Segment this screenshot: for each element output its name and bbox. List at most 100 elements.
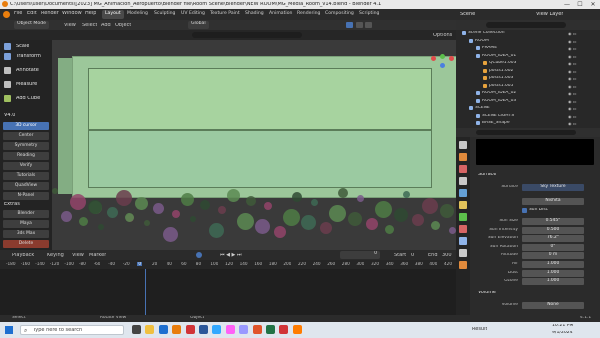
properties-tab-icon[interactable] [459, 201, 467, 209]
gizmo-x-icon[interactable] [431, 56, 436, 61]
visibility-toggle-icon[interactable]: ◉ ▭ [568, 99, 577, 104]
taskbar-app-icon[interactable] [158, 325, 168, 334]
gizmo-z-icon[interactable] [440, 63, 445, 68]
tab-uv-editing[interactable]: UV Editing [178, 10, 208, 19]
tab-compositing[interactable]: Compositing [322, 10, 357, 19]
property-field[interactable]: 1.000 [522, 278, 584, 286]
addon-button-1[interactable]: Center [3, 132, 49, 140]
taskbar-result[interactable]: Result [472, 327, 487, 332]
end-value[interactable]: 300 [442, 253, 452, 258]
orientation-select[interactable]: Global [188, 21, 209, 29]
rendered-shading-icon[interactable] [365, 22, 373, 28]
outliner-row[interactable]: ROOM_IDEA_01 ◉ ▭ [456, 53, 600, 60]
visibility-toggle-icon[interactable]: ◉ ▭ [568, 39, 577, 44]
outliner-search-input[interactable] [486, 22, 566, 28]
tab-scripting[interactable]: Scripting [356, 10, 382, 19]
volume-shader-field[interactable]: None [522, 302, 584, 309]
property-field[interactable]: 76.2° [522, 235, 584, 243]
taskbar-app-icon[interactable] [185, 325, 195, 334]
taskbar-app-icon[interactable] [145, 325, 155, 334]
visibility-toggle-icon[interactable]: ◉ ▭ [568, 114, 577, 119]
shading-buttons[interactable] [346, 22, 400, 28]
visibility-toggle-icon[interactable]: ◉ ▭ [568, 84, 577, 89]
scene-name[interactable]: Scene [460, 12, 475, 17]
view-layer-name[interactable]: View Layer [536, 12, 563, 17]
navigation-gizmo[interactable] [430, 54, 456, 78]
menu-marker[interactable]: Marker [89, 253, 106, 258]
properties-tab-icon[interactable] [459, 213, 467, 221]
taskbar-app-icon[interactable] [279, 325, 289, 334]
menu-view[interactable]: View [64, 23, 76, 28]
visibility-toggle-icon[interactable]: ◉ ▭ [568, 54, 577, 59]
tab-sculpting[interactable]: Sculpting [151, 10, 178, 19]
taskbar-app-icon[interactable] [239, 325, 249, 334]
3d-viewport[interactable] [52, 40, 456, 250]
visibility-toggle-icon[interactable]: ◉ ▭ [568, 46, 577, 51]
outliner-row[interactable]: posts1.003 ◉ ▭ [456, 75, 600, 82]
menu-add[interactable]: Add [101, 23, 111, 28]
visibility-toggle-icon[interactable]: ◉ ▭ [568, 31, 577, 36]
start-value[interactable]: 0 [411, 253, 414, 258]
menu-playback[interactable]: Playback [12, 253, 34, 258]
property-field[interactable]: 1.000 [522, 261, 584, 268]
gizmo-y-icon[interactable] [440, 54, 445, 59]
playhead[interactable] [145, 269, 146, 315]
tab-animation[interactable]: Animation [266, 10, 295, 19]
properties-tab-icon[interactable] [459, 237, 467, 245]
menu-timeline-view[interactable]: View [72, 253, 84, 258]
addon-button-7[interactable]: N-Panel [3, 192, 49, 200]
property-field[interactable]: 0.500 [522, 226, 584, 234]
addon-button-3[interactable]: Reading [3, 152, 49, 160]
surface-shader-field[interactable]: Sky Texture [522, 184, 584, 191]
properties-tab-icon[interactable] [459, 165, 467, 173]
menu-help[interactable]: Help [85, 11, 96, 16]
taskbar-app-icon[interactable] [172, 325, 182, 334]
tool-add-cube[interactable]: Add Cube [2, 92, 50, 104]
solid-shading-icon[interactable] [346, 22, 353, 28]
properties-tab-icon[interactable] [459, 261, 467, 269]
outliner-row[interactable]: SCENE ◉ ▭ [456, 105, 600, 112]
tab-modeling[interactable]: Modeling [124, 10, 151, 19]
tool-measure[interactable]: Measure [2, 78, 50, 90]
taskbar-app-icon[interactable] [252, 325, 262, 334]
properties-tab-icon[interactable] [459, 249, 467, 257]
outliner-row[interactable]: FRAME ◉ ▭ [456, 45, 600, 52]
taskbar-search-input[interactable]: ⌕ Type here to search [20, 325, 124, 335]
tool-transform[interactable]: Transform [2, 50, 50, 62]
current-frame-field[interactable]: 0 [340, 251, 380, 259]
taskbar-date[interactable]: 9/1/2024 [552, 331, 573, 336]
menu-select[interactable]: Select [82, 23, 97, 28]
taskbar-app-icon[interactable] [212, 325, 222, 334]
visibility-toggle-icon[interactable]: ◉ ▭ [568, 76, 577, 81]
volume-section-title[interactable]: Volume [478, 291, 496, 296]
menu-window[interactable]: Window [62, 11, 82, 16]
maximize-button[interactable]: ☐ [575, 1, 585, 8]
addon-button-6[interactable]: QuadView [3, 182, 49, 190]
mode-select[interactable]: Object Mode [14, 21, 49, 29]
windows-start-icon[interactable] [5, 326, 13, 334]
properties-tab-icon[interactable] [459, 189, 467, 197]
outliner-row[interactable]: BASE_Shape ◉ ▭ [456, 120, 600, 127]
addon-button-2[interactable]: Symmetry [3, 142, 49, 150]
material-shading-icon[interactable] [355, 22, 363, 28]
property-field[interactable]: 0 m [522, 252, 584, 260]
visibility-toggle-icon[interactable]: ◉ ▭ [568, 121, 577, 126]
viewport-search-input[interactable] [192, 32, 302, 38]
outliner-row[interactable]: ROOM ◉ ▭ [456, 38, 600, 45]
extras-button-1[interactable]: Maya [3, 220, 49, 228]
tab-rendering[interactable]: Rendering [294, 10, 323, 19]
record-icon[interactable] [196, 252, 202, 258]
addon-button-4[interactable]: Verify [3, 162, 49, 170]
menu-keying[interactable]: Keying [47, 253, 64, 258]
minimize-button[interactable]: — [562, 1, 572, 8]
outliner-row[interactable]: ROOM_IDEA_03 ◉ ▭ [456, 98, 600, 105]
tool-annotate[interactable]: Annotate [2, 64, 50, 76]
sky-type-select[interactable]: Nishita [522, 198, 584, 205]
property-field[interactable]: 1.000 [522, 269, 584, 277]
taskbar-app-icon[interactable] [225, 325, 235, 334]
tab-layout[interactable]: Layout [102, 10, 124, 19]
tab-shading[interactable]: Shading [242, 10, 267, 19]
visibility-toggle-icon[interactable]: ◉ ▭ [568, 106, 577, 111]
extras-button-2[interactable]: 3ds Max [3, 230, 49, 238]
extras-button-3[interactable]: Delete [3, 240, 49, 248]
